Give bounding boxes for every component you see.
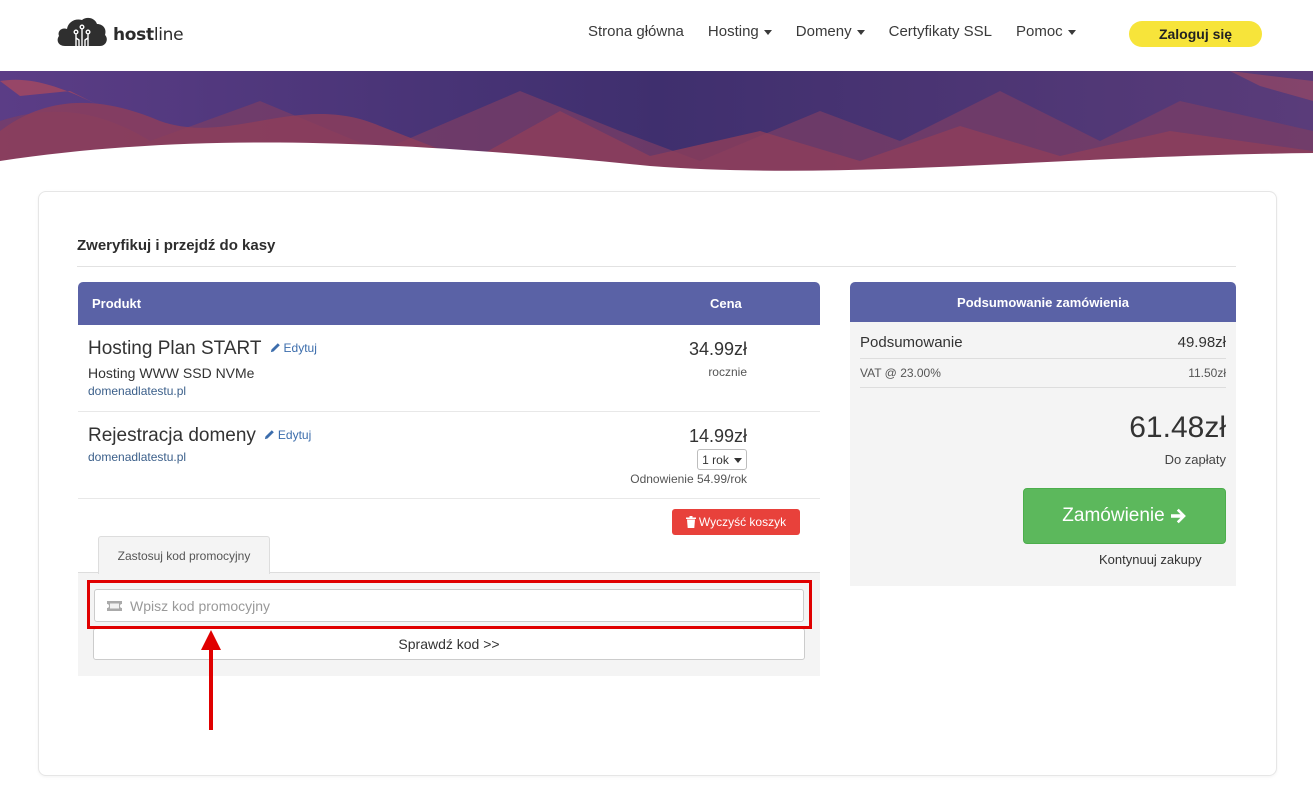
page-title: Zweryfikuj i przejdź do kasy [77,237,276,254]
caret-down-icon [1067,30,1076,35]
pencil-icon [264,430,274,440]
caret-down-icon [856,30,865,35]
divider [860,358,1226,359]
divider [77,266,1236,267]
column-header-price: Cena [710,296,742,311]
product-domain: domenadlatestu.pl [88,384,187,398]
pencil-icon [270,343,280,353]
logo-text: hostline [113,25,184,45]
subtotal-row: Podsumowanie 49.98zł [860,334,1226,351]
cloud-circuit-icon [57,17,107,46]
vat-row: VAT @ 23.00% 11.50zł [860,366,1226,380]
annotation-arrow [209,646,213,730]
caret-down-icon [763,30,772,35]
product-name: Hosting Plan START Edytuj [88,338,317,359]
edit-link[interactable]: Edytuj [270,341,317,355]
product-price: 14.99zł [688,426,747,446]
nav-item-domains[interactable]: Domeny [796,23,865,40]
cart-item-hosting: Hosting Plan START Edytuj Hosting WWW SSD… [78,325,820,412]
annotation-highlight-box [87,580,812,629]
clear-cart-button[interactable]: Wyczyść koszyk [672,509,800,535]
arrow-right-icon [1170,508,1186,524]
site-header: hostline Strona główna Hosting Domeny Ce… [0,0,1313,71]
login-button[interactable]: Zaloguj się [1129,21,1262,47]
product-price: 34.99zł [688,339,747,359]
billing-cycle: rocznie [708,365,747,379]
product-domain: domenadlatestu.pl [88,450,187,464]
vat-value: 11.50zł [1188,366,1226,380]
registration-period-select[interactable]: 1 rok [697,449,747,470]
total-amount: 61.48zł [1129,411,1226,444]
trash-icon [685,516,696,528]
nav-item-home[interactable]: Strona główna [588,23,684,40]
edit-link[interactable]: Edytuj [264,428,311,442]
continue-shopping-link[interactable]: Kontynuuj zakupy [1099,552,1202,567]
divider [860,387,1226,388]
product-name: Rejestracja domeny Edytuj [88,425,312,446]
subtotal-value: 49.98zł [1177,334,1226,351]
column-header-product: Produkt [92,296,142,311]
nav-item-ssl[interactable]: Certyfikaty SSL [889,23,992,40]
renewal-price: Odnowienie 54.99/rok [630,472,747,486]
check-code-button[interactable]: Sprawdź kod >> [93,628,805,660]
subtotal-label: Podsumowanie [860,334,963,351]
caret-down-icon [733,458,742,463]
vat-label: VAT @ 23.00% [860,366,941,380]
cart-item-domain: Rejestracja domeny Edytuj domenadlatestu.… [78,412,820,499]
main-nav: Strona główna Hosting Domeny Certyfikaty… [588,23,1100,40]
nav-item-help[interactable]: Pomoc [1016,23,1076,40]
nav-item-hosting[interactable]: Hosting [708,23,772,40]
cart-table-header: Produkt Cena [78,282,820,325]
tab-promo-code[interactable]: Zastosuj kod promocyjny [98,536,270,574]
logo[interactable]: hostline [55,14,184,48]
product-description: Hosting WWW SSD NVMe [88,365,255,381]
total-label: Do zapłaty [1164,452,1226,467]
order-button[interactable]: Zamówienie [1023,488,1226,544]
hero-banner [0,71,1313,171]
order-summary-header: Podsumowanie zamówienia [850,282,1236,322]
